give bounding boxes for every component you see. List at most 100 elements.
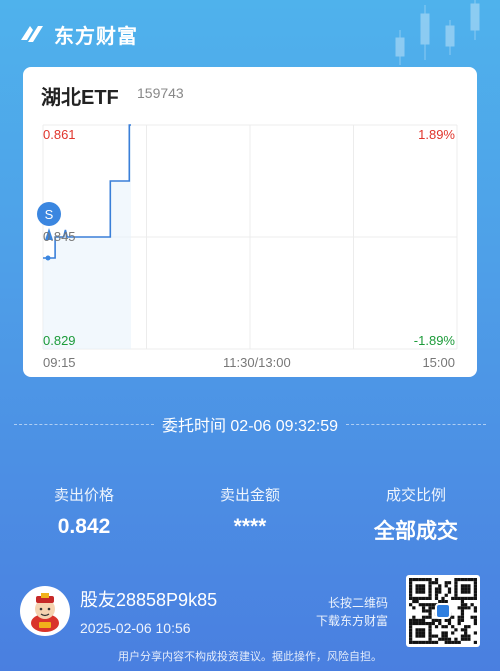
y-tick-mid: 0.845: [43, 229, 76, 244]
fortune-god-avatar-icon: [31, 593, 59, 632]
qr-module: [464, 628, 468, 632]
qr-module: [441, 637, 445, 641]
qr-module: [444, 640, 448, 644]
qr-module: [434, 640, 439, 644]
qr-module: [470, 615, 474, 619]
qr-module: [409, 631, 413, 635]
qr-module: [454, 593, 458, 597]
qr-module: [415, 618, 419, 622]
qr-module: [454, 628, 458, 632]
qr-module: [415, 621, 419, 626]
qr-module: [473, 621, 477, 626]
stat-sell-amount: 卖出金额 ****: [170, 484, 330, 539]
qr-module: [444, 634, 448, 638]
qr-module: [473, 606, 477, 610]
qr-module: [412, 615, 416, 619]
sell-pin-label: S: [45, 207, 54, 222]
qr-tip-line2: 下载东方财富: [315, 614, 388, 628]
qr-module: [421, 628, 426, 632]
background-candlesticks: [395, 0, 480, 65]
qr-module: [428, 590, 432, 594]
qr-tip: 长按二维码 下载东方财富: [316, 594, 388, 630]
qr-module: [467, 584, 471, 588]
x-tick-close: 15:00: [422, 355, 455, 370]
qr-module: [431, 640, 435, 644]
qr-module: [409, 625, 413, 629]
qr-module: [428, 578, 432, 582]
qr-module: [457, 621, 461, 626]
qr-module: [467, 606, 471, 610]
qr-module: [451, 631, 455, 635]
qr-module: [428, 628, 432, 632]
qr-module: [434, 596, 439, 600]
order-time-value: 02-06 09:32:59: [230, 418, 339, 435]
qr-module: [434, 618, 439, 622]
qr-module: [428, 581, 432, 585]
qr-module: [473, 584, 477, 588]
qr-module: [428, 621, 432, 626]
qr-module: [467, 637, 471, 641]
qr-module: [421, 615, 426, 619]
qr-module: [425, 578, 429, 582]
qr-module: [431, 618, 435, 622]
qr-module: [444, 625, 448, 629]
qr-module: [412, 618, 416, 622]
qr-module: [412, 578, 416, 582]
qr-module: [473, 596, 477, 600]
qr-module: [457, 615, 461, 619]
download-qr-code[interactable]: [406, 575, 480, 647]
stat-fill-ratio: 成交比例 全部成交: [336, 484, 496, 545]
qr-module: [444, 593, 448, 597]
qr-module: [441, 625, 445, 629]
qr-module: [447, 640, 452, 644]
qr-module: [425, 609, 429, 613]
qr-module: [473, 590, 477, 594]
qr-module: [431, 606, 435, 610]
qr-module: [460, 606, 465, 610]
qr-module: [467, 578, 471, 582]
qr-module: [447, 621, 452, 626]
qr-module: [409, 621, 413, 626]
qr-module: [428, 596, 432, 600]
qr-module: [421, 596, 426, 600]
qr-module: [428, 603, 432, 607]
qr-module: [415, 634, 419, 638]
qr-module: [460, 578, 465, 582]
qr-module: [412, 640, 416, 644]
qr-module: [473, 593, 477, 597]
qr-module: [464, 606, 468, 610]
qr-module: [409, 578, 413, 582]
qr-module: [441, 631, 445, 635]
qr-module: [415, 587, 419, 591]
qr-module: [418, 587, 422, 591]
qr-module: [409, 640, 413, 644]
share-time: 2025-02-06 10:56: [80, 620, 191, 636]
qr-module: [409, 637, 413, 641]
qr-module: [428, 625, 432, 629]
stat-label: 成交比例: [385, 487, 446, 504]
qr-module: [409, 618, 413, 622]
qr-module: [431, 621, 435, 626]
y-pct-low: -1.89%: [413, 333, 455, 348]
y-pct-high: 1.89%: [418, 127, 455, 142]
qr-module: [434, 581, 439, 585]
x-tick-midday: 11:30/13:00: [223, 355, 291, 370]
qr-module: [464, 603, 468, 607]
qr-module: [415, 631, 419, 635]
qr-module: [454, 640, 458, 644]
qr-module: [421, 584, 426, 588]
qr-module: [438, 618, 442, 622]
qr-module: [457, 640, 461, 644]
qr-module: [454, 637, 458, 641]
qr-module: [451, 625, 455, 629]
qr-module: [421, 587, 426, 591]
qr-module: [418, 596, 422, 600]
qr-module: [464, 634, 468, 638]
stat-label: 卖出价格: [53, 487, 114, 504]
qr-center-logo: [435, 603, 451, 619]
avatar[interactable]: [20, 586, 70, 636]
qr-module: [451, 596, 455, 600]
qr-module: [447, 590, 452, 594]
qr-module: [428, 612, 432, 616]
qr-module: [418, 628, 422, 632]
